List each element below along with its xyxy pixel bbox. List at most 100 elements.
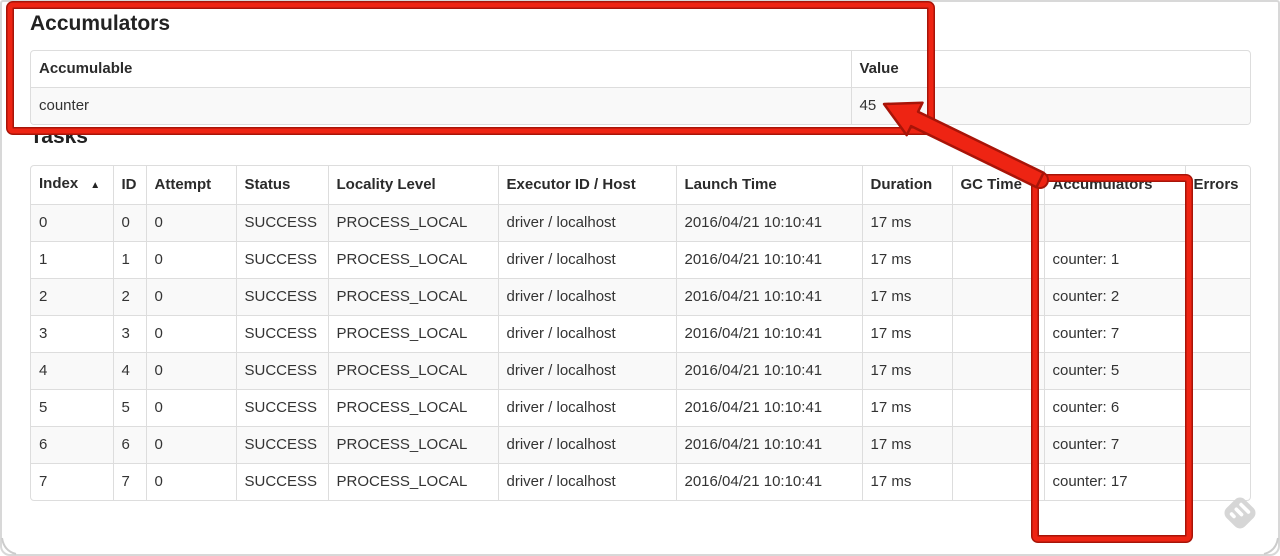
duration-column-header[interactable]: Duration <box>861 166 952 205</box>
table-row: 6 6 0 SUCCESS PROCESS_LOCAL driver / localhos… <box>31 426 1250 464</box>
table-cell: SUCCESS <box>235 204 328 242</box>
table-cell: 0 <box>145 204 236 242</box>
table-cell: SUCCESS <box>235 315 328 353</box>
table-cell <box>951 352 1044 390</box>
table-cell <box>1184 352 1250 390</box>
table-cell: 17 ms <box>861 463 952 500</box>
status-column-header[interactable]: Status <box>235 166 328 205</box>
table-cell: SUCCESS <box>235 352 328 390</box>
table-cell: PROCESS_LOCAL <box>327 315 498 353</box>
table-cell: counter: 7 <box>1043 426 1185 464</box>
index-column-header[interactable]: Index ▲ <box>31 166 113 205</box>
table-cell: SUCCESS <box>235 389 328 427</box>
table-cell: driver / localhost <box>497 426 676 464</box>
table-cell: 3 <box>112 315 146 353</box>
table-row: 0 0 0 SUCCESS PROCESS_LOCAL driver / localhos… <box>31 204 1250 242</box>
locality-level-column-header[interactable]: Locality Level <box>327 166 498 205</box>
table-cell: counter: 6 <box>1043 389 1185 427</box>
tasks-header-row: Index ▲ ID Attempt Status Locality Level … <box>31 166 1250 205</box>
table-cell: SUCCESS <box>235 426 328 464</box>
accumulators-table-body: counter 45 <box>31 87 1250 124</box>
table-cell: 17 ms <box>861 352 952 390</box>
table-cell: 2016/04/21 10:10:41 <box>675 241 862 279</box>
table-cell: counter <box>31 87 851 124</box>
sort-ascending-icon: ▲ <box>90 180 101 191</box>
table-cell: 17 ms <box>861 426 952 464</box>
table-cell: 2016/04/21 10:10:41 <box>675 278 862 316</box>
errors-column-header[interactable]: Errors <box>1184 166 1250 205</box>
table-row: counter 45 <box>31 87 1250 124</box>
tasks-table-body: 0 0 0 SUCCESS PROCESS_LOCAL driver / localhos… <box>31 204 1250 500</box>
table-cell: 2 <box>112 278 146 316</box>
table-cell: 17 ms <box>861 204 952 242</box>
table-cell: 2016/04/21 10:10:41 <box>675 352 862 390</box>
table-cell: SUCCESS <box>235 278 328 316</box>
executor-id-host-column-header[interactable]: Executor ID / Host <box>497 166 676 205</box>
table-cell <box>951 278 1044 316</box>
table-row: 2 2 0 SUCCESS PROCESS_LOCAL driver / localhos… <box>31 278 1250 316</box>
table-cell: 7 <box>31 463 113 500</box>
launch-time-column-header[interactable]: Launch Time <box>675 166 862 205</box>
table-cell: 2016/04/21 10:10:41 <box>675 315 862 353</box>
table-cell <box>1184 204 1250 242</box>
table-cell: 4 <box>112 352 146 390</box>
table-cell: driver / localhost <box>497 352 676 390</box>
table-cell: 5 <box>31 389 113 427</box>
bottom-left-corner-curl <box>1 537 17 555</box>
table-cell: 17 ms <box>861 241 952 279</box>
table-cell: driver / localhost <box>497 278 676 316</box>
table-cell: 45 <box>850 87 1250 124</box>
table-cell: counter: 7 <box>1043 315 1185 353</box>
table-cell: PROCESS_LOCAL <box>327 352 498 390</box>
table-cell <box>951 426 1044 464</box>
table-cell <box>951 389 1044 427</box>
table-row: 1 1 0 SUCCESS PROCESS_LOCAL driver / localhos… <box>31 241 1250 279</box>
page-content: Accumulators Accumulable Value counter 45… <box>0 0 1280 501</box>
table-cell: 0 <box>145 241 236 279</box>
table-cell <box>1043 204 1185 242</box>
table-cell: SUCCESS <box>235 241 328 279</box>
table-cell: 3 <box>31 315 113 353</box>
table-row: 4 4 0 SUCCESS PROCESS_LOCAL driver / localhos… <box>31 352 1250 390</box>
table-cell <box>1184 278 1250 316</box>
table-cell: 2016/04/21 10:10:41 <box>675 204 862 242</box>
table-cell: 0 <box>31 204 113 242</box>
table-cell <box>1184 426 1250 464</box>
table-cell: driver / localhost <box>497 389 676 427</box>
gc-time-column-header[interactable]: GC Time <box>951 166 1044 205</box>
table-cell: 0 <box>145 389 236 427</box>
table-cell: 0 <box>112 204 146 242</box>
table-cell: 4 <box>31 352 113 390</box>
tasks-table: Index ▲ ID Attempt Status Locality Level … <box>30 165 1251 501</box>
table-cell: 17 ms <box>861 389 952 427</box>
table-cell <box>1184 389 1250 427</box>
table-cell: 0 <box>145 278 236 316</box>
value-column-header: Value <box>850 51 1250 88</box>
table-cell: 0 <box>145 463 236 500</box>
table-cell: 17 ms <box>861 315 952 353</box>
accumulators-column-header[interactable]: Accumulators <box>1043 166 1185 205</box>
table-cell: 0 <box>145 352 236 390</box>
table-row: 5 5 0 SUCCESS PROCESS_LOCAL driver / localhos… <box>31 389 1250 427</box>
table-cell: 6 <box>31 426 113 464</box>
accumulators-table: Accumulable Value counter 45 <box>30 50 1251 125</box>
table-cell <box>1184 315 1250 353</box>
table-row: 7 7 0 SUCCESS PROCESS_LOCAL driver / localhos… <box>31 463 1250 500</box>
attempt-column-header[interactable]: Attempt <box>145 166 236 205</box>
table-cell: driver / localhost <box>497 463 676 500</box>
table-cell: SUCCESS <box>235 463 328 500</box>
table-cell: 2016/04/21 10:10:41 <box>675 389 862 427</box>
table-cell: 1 <box>112 241 146 279</box>
table-cell: PROCESS_LOCAL <box>327 426 498 464</box>
id-column-header[interactable]: ID <box>112 166 146 205</box>
table-cell: 2016/04/21 10:10:41 <box>675 426 862 464</box>
accumulable-column-header: Accumulable <box>39 60 133 77</box>
table-cell: PROCESS_LOCAL <box>327 278 498 316</box>
table-cell: 2016/04/21 10:10:41 <box>675 463 862 500</box>
table-cell: 0 <box>145 315 236 353</box>
table-cell: PROCESS_LOCAL <box>327 389 498 427</box>
table-cell: 2 <box>31 278 113 316</box>
table-row: 3 3 0 SUCCESS PROCESS_LOCAL driver / localhos… <box>31 315 1250 353</box>
table-cell <box>951 241 1044 279</box>
table-cell: counter: 17 <box>1043 463 1185 500</box>
